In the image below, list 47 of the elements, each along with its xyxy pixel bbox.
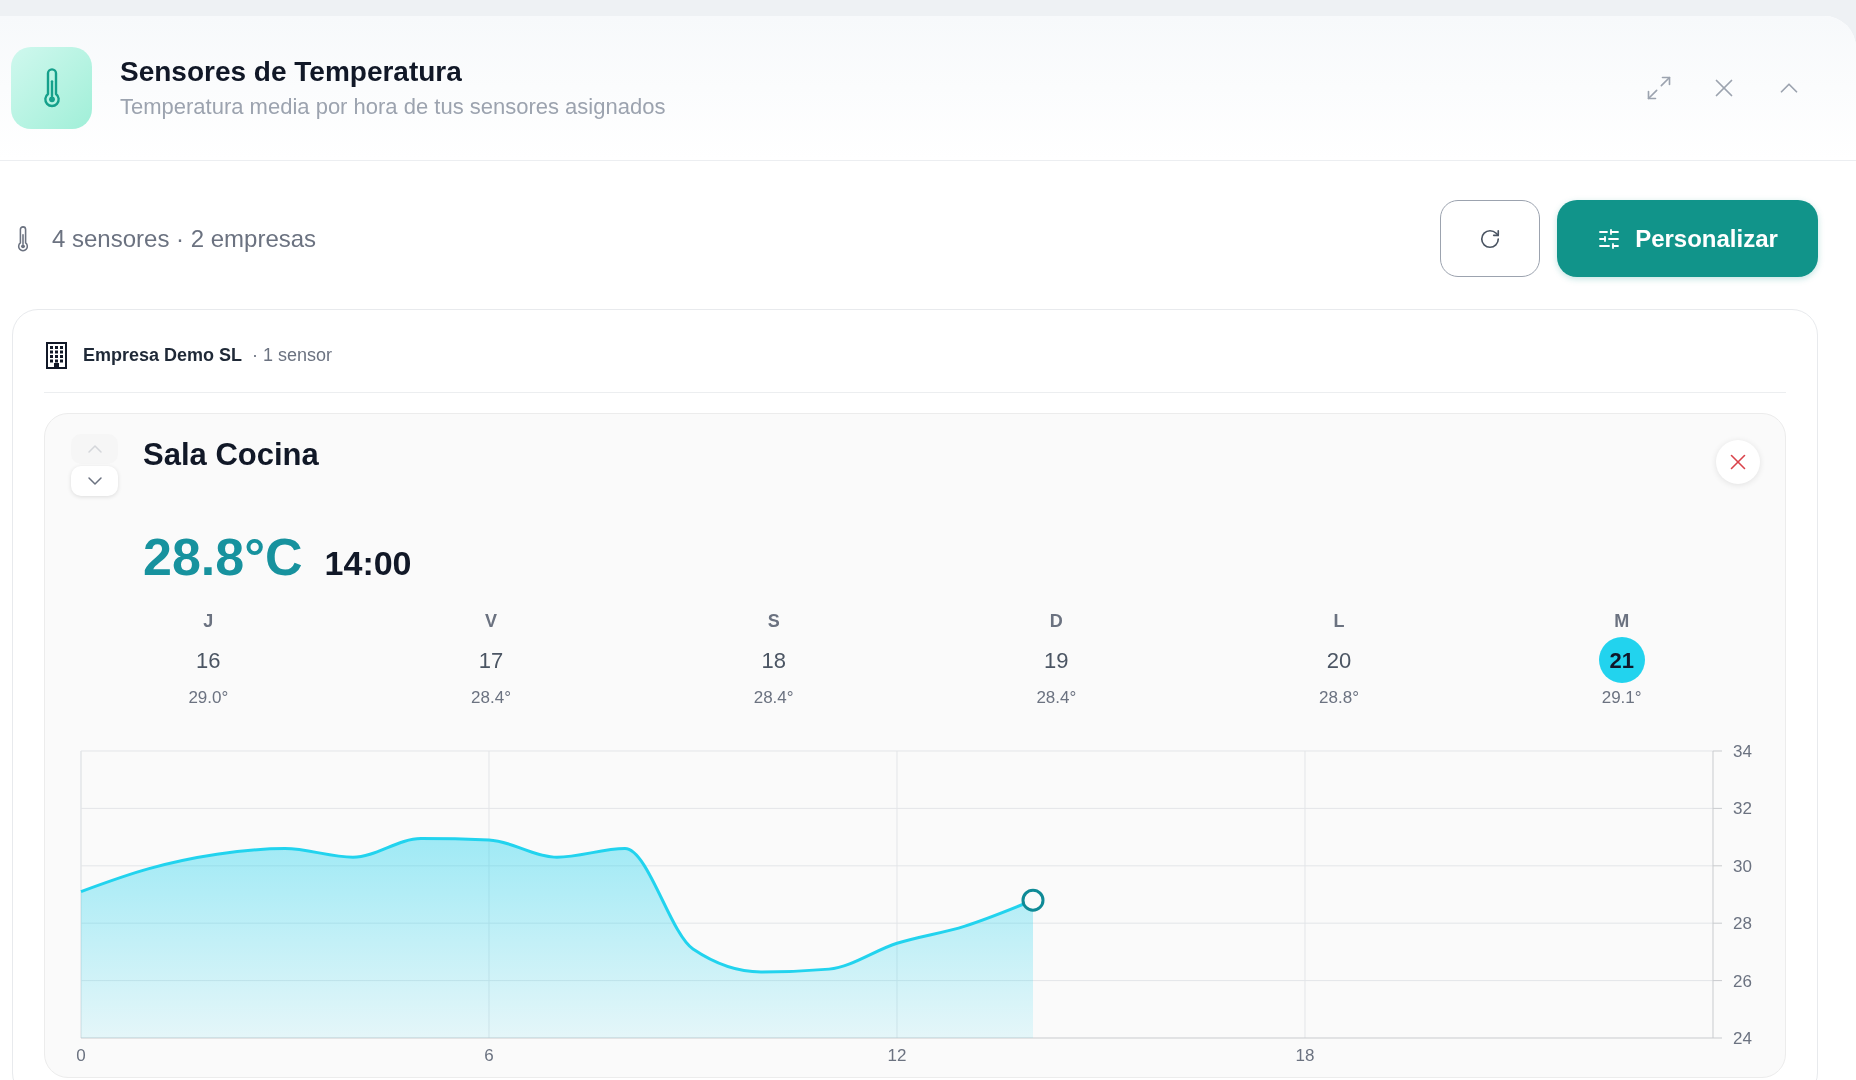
day-number[interactable]: 20 [1316, 637, 1362, 683]
day-number[interactable]: 19 [1033, 637, 1080, 683]
day-average: 28.4° [1036, 687, 1077, 709]
company-name: Empresa Demo SL [83, 344, 243, 367]
day-number[interactable]: 21 [1598, 637, 1645, 683]
axis-label: 28 [1733, 914, 1752, 934]
weekday-label: M [1614, 610, 1630, 633]
axis-label: 32 [1733, 799, 1752, 819]
day-number[interactable]: 17 [468, 637, 514, 683]
day-average: 29.1° [1601, 687, 1642, 709]
refresh-button[interactable] [1440, 200, 1540, 277]
sensor-name: Sala Cocina [143, 436, 319, 474]
thermometer-icon [17, 225, 29, 252]
day-average: 28.4° [471, 687, 511, 709]
current-temperature: 28.8°C [143, 527, 303, 587]
building-icon [46, 341, 67, 369]
reading-time: 14:00 [324, 543, 412, 583]
day-average: 29.0° [188, 687, 229, 709]
sliders-icon [1597, 226, 1622, 251]
point-marker-icon [1021, 888, 1045, 912]
axis-label: 26 [1733, 971, 1752, 991]
weekday-label: D [1049, 610, 1063, 633]
remove-button[interactable] [1716, 440, 1760, 484]
expand-icon [1645, 74, 1673, 102]
axis-label: 18 [1295, 1046, 1315, 1065]
axis-label: 24 [1733, 1029, 1752, 1048]
sensor-summary: 4 sensores · 2 empresas [52, 223, 317, 254]
day-average: 28.4° [753, 687, 794, 709]
weekday-label: S [767, 610, 780, 633]
refresh-icon [1479, 227, 1501, 250]
day-number[interactable]: 16 [185, 637, 232, 683]
day-average: 28.8° [1319, 687, 1359, 709]
thermometer-icon [11, 47, 92, 129]
axis-label: 34 [1733, 742, 1752, 761]
panel-title: Sensores de Temperatura [120, 55, 463, 89]
axis-label: 0 [76, 1046, 86, 1065]
axis-label: 30 [1733, 856, 1752, 876]
axis-label: 6 [484, 1046, 494, 1065]
weekday-label: J [203, 610, 214, 633]
customize-button[interactable]: Personalizar [1557, 200, 1818, 277]
weekday-label: V [485, 610, 497, 633]
day-number[interactable]: 18 [750, 637, 797, 683]
move-down-button[interactable] [71, 466, 118, 496]
axis-label: 12 [887, 1046, 907, 1065]
weekday-label: L [1333, 610, 1345, 633]
panel-subtitle: Temperatura media por hora de tus sensores asignados [120, 93, 666, 121]
sensor-count: · 1 sensor [252, 344, 333, 367]
